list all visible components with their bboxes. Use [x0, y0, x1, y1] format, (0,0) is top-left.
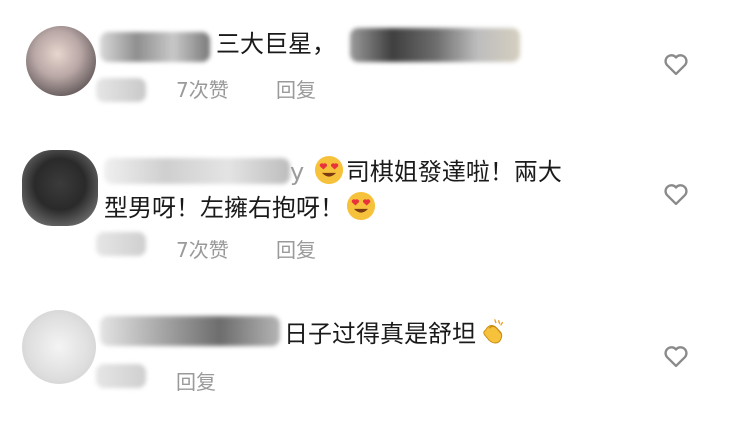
avatar[interactable] — [22, 310, 96, 384]
reply-button[interactable]: 回复 — [276, 78, 316, 102]
time-redacted — [96, 364, 146, 388]
avatar[interactable] — [26, 26, 96, 96]
reply-button[interactable]: 回复 — [276, 238, 316, 262]
comment-text: 日子过得真是舒坦 — [284, 314, 510, 354]
like-count: 7次赞 — [176, 78, 229, 102]
heart-outline-icon[interactable] — [662, 180, 690, 208]
comment-text: 三大巨星， — [216, 30, 336, 58]
time-redacted — [96, 232, 146, 256]
clapping-hands-emoji-icon — [483, 319, 504, 344]
avatar[interactable] — [22, 150, 98, 226]
username-redacted — [104, 158, 290, 184]
heart-outline-icon[interactable] — [662, 50, 690, 78]
heart-outline-icon[interactable] — [662, 342, 690, 370]
heart-eyes-emoji-icon — [314, 155, 343, 185]
comment-text: y 司棋姐發達啦！兩大 — [290, 152, 562, 192]
like-count: 7次赞 — [176, 238, 229, 262]
username-redacted — [100, 32, 210, 62]
comment-line-1: 司棋姐發達啦！兩大 — [345, 158, 562, 186]
comment-item: 三大巨星， 7次赞 回复 — [0, 0, 730, 130]
username-tail: y — [290, 158, 305, 186]
comment-list: 三大巨星， 7次赞 回复 y 司棋姐發達啦！兩大 型男呀！左擁右抱呀！ 7次赞 … — [0, 0, 730, 430]
heart-eyes-emoji-icon — [346, 191, 376, 221]
text-redacted — [350, 28, 520, 62]
reply-button[interactable]: 回复 — [176, 370, 216, 394]
time-redacted — [96, 78, 146, 102]
comment-item: 日子过得真是舒坦 回复 — [0, 290, 730, 430]
comment-line: 日子过得真是舒坦 — [284, 320, 476, 348]
comment-text-line-2: 型男呀！左擁右抱呀！ — [104, 188, 378, 228]
username-redacted — [100, 316, 280, 346]
comment-line-2: 型男呀！左擁右抱呀！ — [104, 194, 344, 222]
comment-item: y 司棋姐發達啦！兩大 型男呀！左擁右抱呀！ 7次赞 回复 — [0, 130, 730, 290]
